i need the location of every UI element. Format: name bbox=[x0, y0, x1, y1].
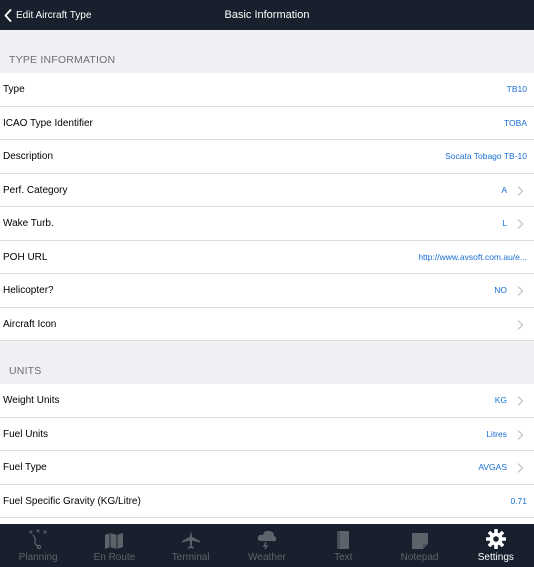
tab-label: Text bbox=[334, 552, 353, 563]
planning-icon bbox=[29, 529, 47, 550]
row-helicopter[interactable]: Helicopter? NO bbox=[0, 274, 534, 308]
tab-bar: Planning En Route Terminal Weather Text … bbox=[0, 524, 534, 567]
row-label: Fuel Specific Gravity (KG/Litre) bbox=[3, 495, 141, 507]
section-header-units: UNITS bbox=[0, 341, 534, 384]
row-label: Wake Turb. bbox=[3, 218, 54, 229]
row-wake-turb[interactable]: Wake Turb. L bbox=[0, 207, 534, 241]
row-value: TOBA bbox=[504, 117, 527, 128]
tab-terminal[interactable]: Terminal bbox=[153, 524, 229, 567]
tab-en-route[interactable]: En Route bbox=[76, 524, 152, 567]
tab-settings[interactable]: Settings bbox=[458, 524, 534, 567]
notepad-icon bbox=[411, 533, 428, 549]
row-label: Fuel Units bbox=[3, 428, 49, 440]
page-title: Basic Information bbox=[224, 9, 310, 21]
row-label: Helicopter? bbox=[3, 285, 54, 296]
tab-weather[interactable]: Weather bbox=[229, 524, 305, 567]
row-value: AVGAS bbox=[478, 462, 507, 472]
map-icon bbox=[105, 533, 124, 549]
row-value: 0.71 bbox=[510, 495, 527, 506]
row-label: Perf. Category bbox=[3, 184, 68, 196]
chevron-right-icon bbox=[517, 185, 524, 196]
row-label: ICAO Type Identifier bbox=[3, 117, 93, 129]
navigation-bar: Edit Aircraft Type Basic Information bbox=[0, 0, 534, 30]
row-weight-units[interactable]: Weight Units KG bbox=[0, 384, 534, 418]
tab-text[interactable]: Text bbox=[305, 524, 381, 567]
row-value: http://www.avsoft.com.au/e... bbox=[418, 251, 527, 262]
row-type[interactable]: Type TB10 bbox=[0, 73, 534, 107]
row-label: Weight Units bbox=[3, 395, 60, 406]
tab-planning[interactable]: Planning bbox=[0, 524, 76, 567]
row-label: Description bbox=[3, 151, 54, 162]
row-value: KG bbox=[494, 395, 507, 405]
row-description[interactable]: Description Socata Tobago TB-10 bbox=[0, 140, 534, 174]
row-value: L bbox=[502, 218, 507, 228]
row-label: Fuel Type bbox=[3, 462, 47, 473]
row-value: TB10 bbox=[506, 84, 527, 94]
row-fuel-type[interactable]: Fuel Type AVGAS bbox=[0, 451, 534, 485]
row-poh-url[interactable]: POH URL http://www.avsoft.com.au/e... bbox=[0, 240, 534, 274]
row-value: Litres bbox=[486, 428, 507, 439]
chevron-right-icon bbox=[517, 396, 524, 406]
row-value: Socata Tobago TB-10 bbox=[445, 151, 527, 161]
row-perf-category[interactable]: Perf. Category A bbox=[0, 173, 534, 207]
row-label: Type bbox=[3, 84, 25, 95]
row-value: A bbox=[501, 184, 507, 195]
tab-label: Weather bbox=[248, 552, 286, 563]
row-label: Aircraft Icon bbox=[3, 318, 57, 330]
tab-notepad[interactable]: Notepad bbox=[381, 524, 457, 567]
chevron-right-icon bbox=[517, 286, 524, 296]
tab-label: Settings bbox=[477, 552, 514, 563]
tab-label: Terminal bbox=[171, 552, 210, 563]
tab-label: Planning bbox=[18, 552, 58, 563]
row-icao-type-identifier[interactable]: ICAO Type Identifier TOBA bbox=[0, 106, 534, 140]
settings-table[interactable]: TYPE INFORMATION Type TB10 ICAO Type Ide… bbox=[0, 30, 534, 524]
chevron-right-icon bbox=[517, 429, 524, 440]
row-fuel-specific-gravity[interactable]: Fuel Specific Gravity (KG/Litre) 0.71 bbox=[0, 484, 534, 518]
section-header-type-information: TYPE INFORMATION bbox=[0, 30, 534, 73]
row-value: NO bbox=[494, 285, 507, 295]
row-label: POH URL bbox=[3, 251, 48, 263]
row-fuel-units[interactable]: Fuel Units Litres bbox=[0, 417, 534, 451]
document-icon bbox=[337, 531, 350, 549]
chevron-right-icon bbox=[517, 463, 524, 473]
tab-label: Notepad bbox=[400, 552, 439, 563]
chevron-right-icon bbox=[517, 319, 524, 330]
airplane-icon bbox=[181, 531, 200, 549]
weather-icon bbox=[257, 530, 277, 550]
gear-icon bbox=[485, 529, 506, 549]
row-aircraft-icon[interactable]: Aircraft Icon bbox=[0, 307, 534, 341]
chevron-right-icon bbox=[517, 219, 524, 229]
tab-label: En Route bbox=[93, 552, 136, 563]
